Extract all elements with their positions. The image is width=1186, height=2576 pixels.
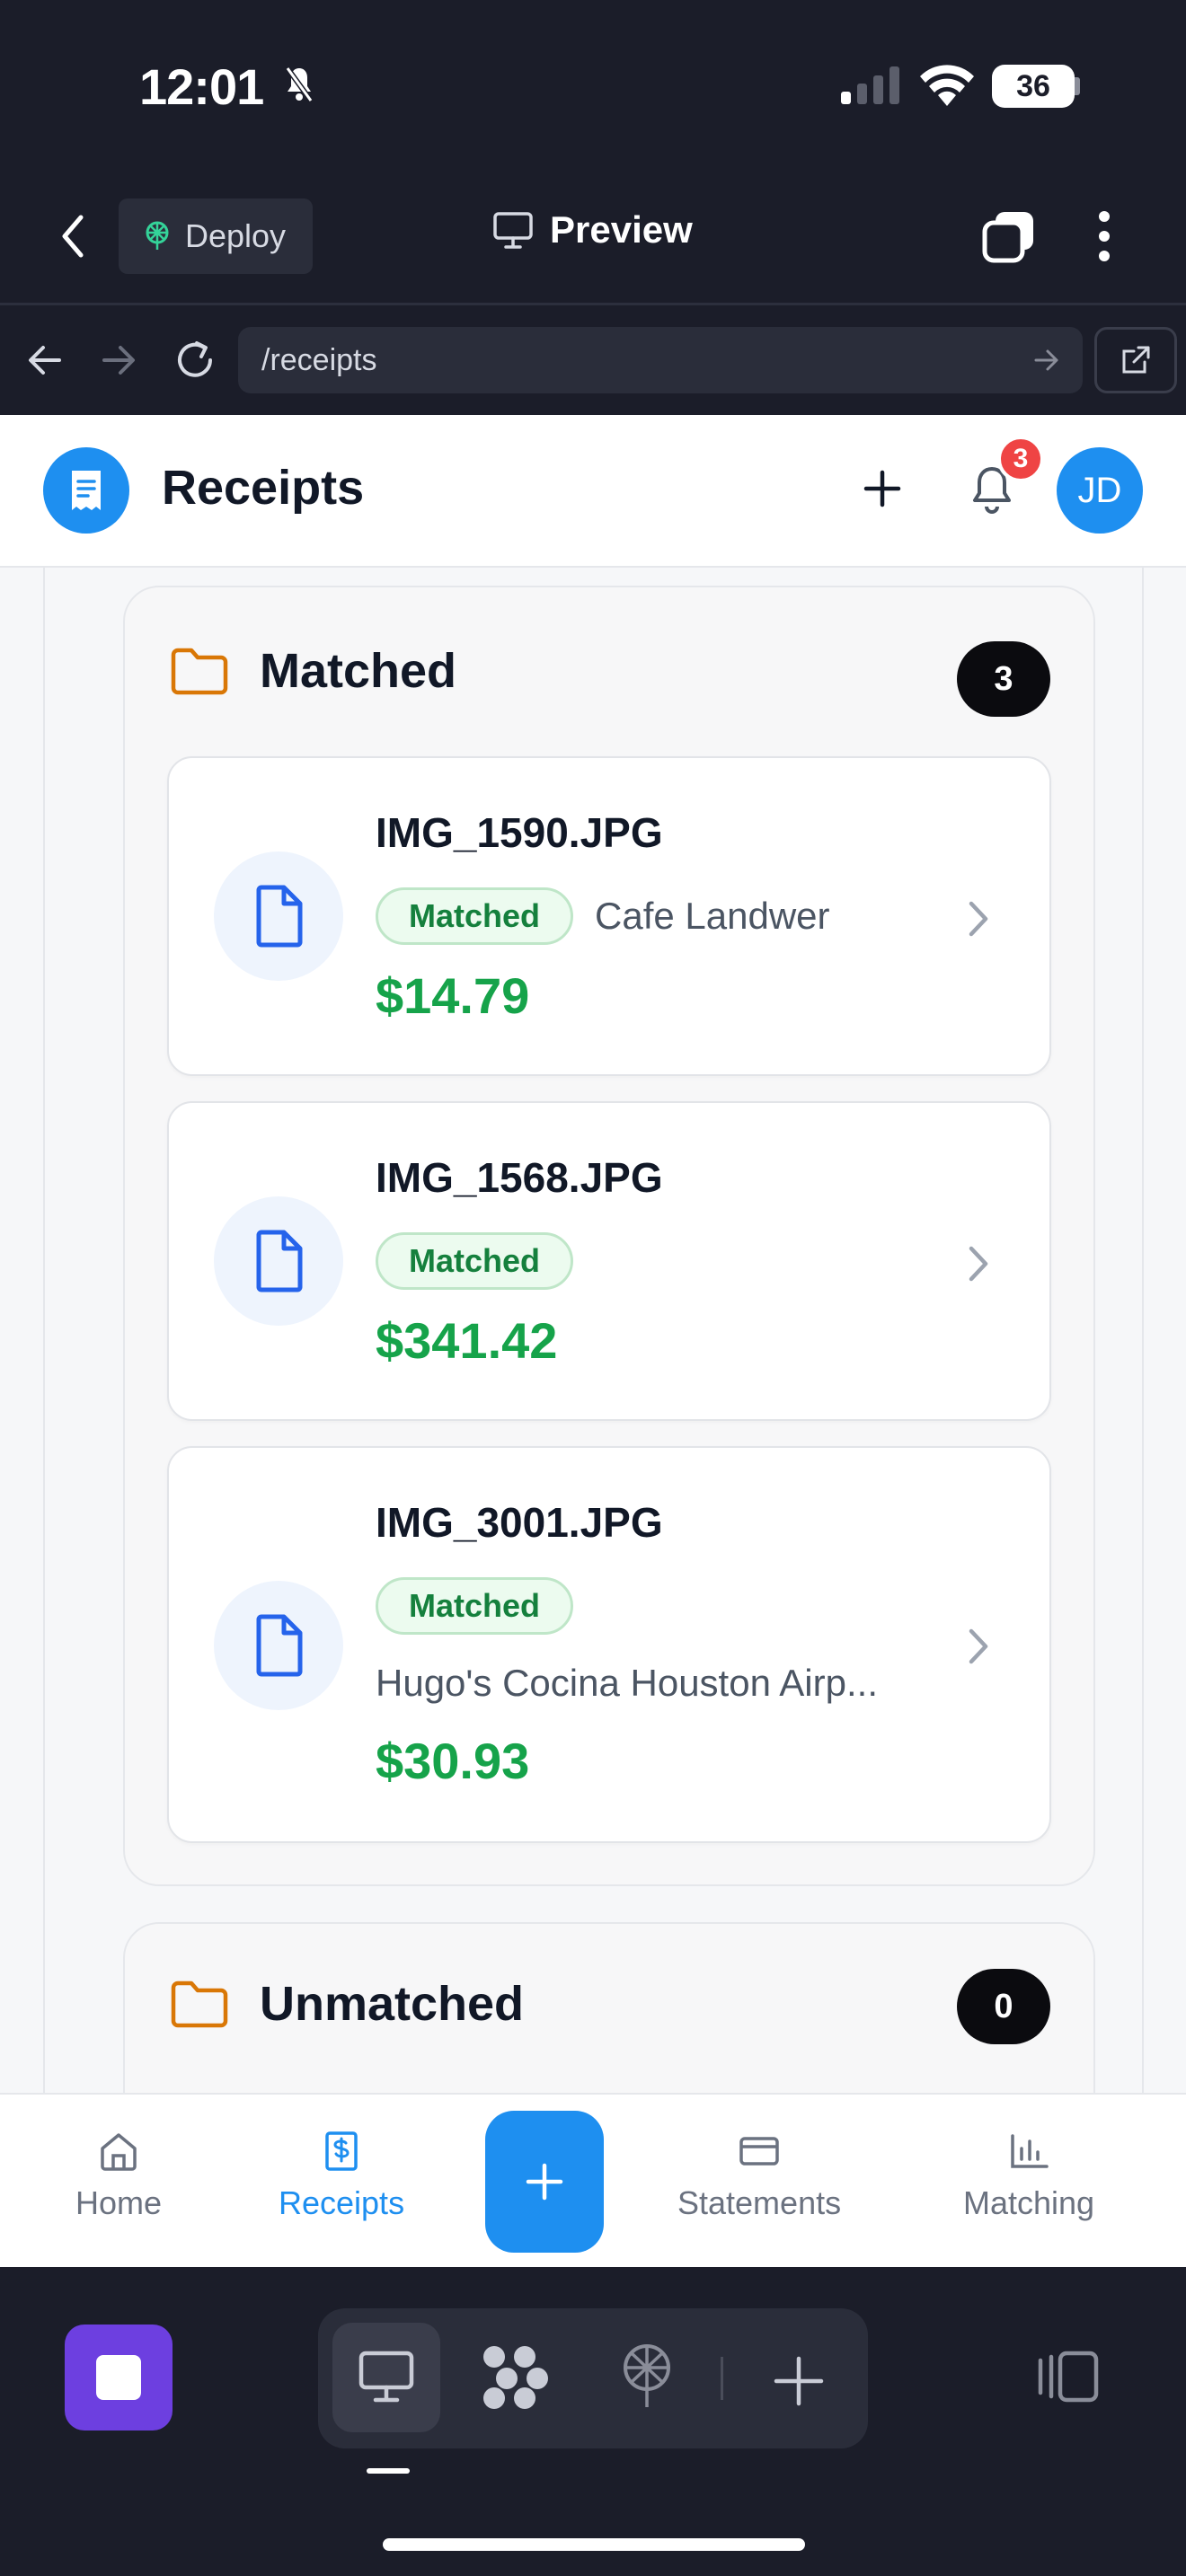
back-chevron-icon[interactable] xyxy=(59,214,86,259)
tab-statements[interactable]: Statements xyxy=(677,2130,841,2222)
folder-icon xyxy=(171,1981,228,2028)
deploy-tree-icon[interactable] xyxy=(618,2342,676,2411)
workflow-icon[interactable] xyxy=(480,2344,552,2411)
receipt-dollar-icon xyxy=(325,2131,358,2171)
url-text: /receipts xyxy=(261,342,377,377)
receipt-amount: $14.79 xyxy=(376,967,530,1024)
monitor-icon xyxy=(493,212,533,249)
receipt-icon xyxy=(72,471,101,510)
preview-monitor-icon[interactable] xyxy=(358,2350,415,2404)
preview-toggle[interactable]: Preview xyxy=(492,208,693,251)
unmatched-count-badge: 0 xyxy=(957,1969,1050,2044)
reload-icon[interactable] xyxy=(174,340,216,381)
add-receipt-button[interactable] xyxy=(485,2111,604,2253)
tab-matching[interactable]: Matching xyxy=(963,2130,1094,2222)
deploy-button[interactable]: Deploy xyxy=(119,198,313,274)
status-badge: Matched xyxy=(376,887,574,945)
dock-active-indicator xyxy=(367,2468,410,2474)
more-vertical-icon[interactable] xyxy=(1098,210,1111,262)
receipt-filename: IMG_1568.JPG xyxy=(376,1154,663,1201)
plus-icon xyxy=(526,2163,563,2201)
unmatched-folder-title: Unmatched xyxy=(260,1977,525,2031)
chevron-right-icon xyxy=(969,1246,988,1282)
new-tab-icon[interactable] xyxy=(771,2353,827,2409)
dock-divider xyxy=(721,2357,723,2400)
document-icon xyxy=(256,1614,303,1677)
battery-icon: 36 xyxy=(992,65,1075,108)
home-icon xyxy=(101,2133,137,2171)
home-indicator[interactable] xyxy=(383,2538,805,2551)
receipt-merchant: Hugo's Cocina Houston Airp... xyxy=(376,1662,878,1704)
chevron-right-icon xyxy=(969,1628,988,1664)
receipt-filename: IMG_3001.JPG xyxy=(376,1499,663,1546)
user-avatar[interactable]: JD xyxy=(1057,447,1143,534)
receipt-card[interactable]: IMG_1568.JPG Matched $341.42 xyxy=(167,1101,1051,1421)
split-view-icon[interactable] xyxy=(1033,2348,1102,2405)
external-link-icon xyxy=(1122,346,1150,374)
tab-receipts[interactable]: Receipts xyxy=(279,2130,404,2222)
receipt-card[interactable]: IMG_3001.JPG Matched Hugo's Cocina Houst… xyxy=(167,1446,1051,1843)
folder-icon xyxy=(171,648,228,695)
status-time: 12:01 xyxy=(139,58,264,115)
receipt-amount: $30.93 xyxy=(376,1733,530,1789)
deploy-icon xyxy=(146,221,169,250)
stop-button[interactable] xyxy=(65,2325,173,2430)
stop-icon xyxy=(96,2355,141,2400)
tab-receipts-label: Receipts xyxy=(279,2184,405,2221)
open-external-button[interactable] xyxy=(1094,327,1177,393)
deploy-label: Deploy xyxy=(185,217,287,254)
receipt-filename: IMG_1590.JPG xyxy=(376,809,663,856)
file-thumbnail xyxy=(214,851,343,981)
cellular-signal-icon xyxy=(841,66,899,104)
receipt-card[interactable]: IMG_1590.JPG Matched Cafe Landwer $14.79 xyxy=(167,756,1051,1076)
wifi-icon xyxy=(920,65,974,106)
notification-count-badge: 3 xyxy=(997,436,1044,482)
tab-home-label: Home xyxy=(75,2184,163,2221)
credit-card-icon xyxy=(739,2137,779,2166)
battery-cap xyxy=(1075,77,1080,95)
document-icon xyxy=(256,885,303,948)
add-icon[interactable] xyxy=(861,467,904,510)
matched-folder-header: Matched xyxy=(170,643,456,699)
tab-home[interactable]: Home xyxy=(75,2130,162,2222)
battery-level: 36 xyxy=(1016,68,1050,103)
nav-back-icon[interactable] xyxy=(27,344,63,376)
page-title: Receipts xyxy=(162,461,365,515)
status-badge: Matched xyxy=(376,1232,574,1290)
bar-chart-icon xyxy=(1011,2134,1049,2168)
bell-muted-icon xyxy=(286,66,313,102)
matched-folder-title: Matched xyxy=(260,644,457,698)
receipt-merchant: Cafe Landwer xyxy=(595,895,830,937)
document-icon xyxy=(256,1230,303,1292)
matched-count-badge: 3 xyxy=(957,641,1050,717)
chevron-right-icon xyxy=(969,901,988,937)
app-logo xyxy=(43,447,129,534)
file-thumbnail xyxy=(214,1196,343,1326)
nav-forward-icon[interactable] xyxy=(101,344,137,376)
status-badge: Matched xyxy=(376,1577,574,1635)
tab-matching-label: Matching xyxy=(963,2184,1095,2221)
go-arrow-icon[interactable] xyxy=(1033,347,1060,374)
unmatched-folder-header: Unmatched xyxy=(170,1976,524,2032)
tab-statements-label: Statements xyxy=(677,2184,842,2221)
receipt-amount: $341.42 xyxy=(376,1312,558,1369)
preview-label: Preview xyxy=(550,208,693,251)
file-thumbnail xyxy=(214,1581,343,1710)
url-input[interactable]: /receipts xyxy=(238,327,1083,393)
tabs-icon[interactable] xyxy=(981,208,1037,264)
